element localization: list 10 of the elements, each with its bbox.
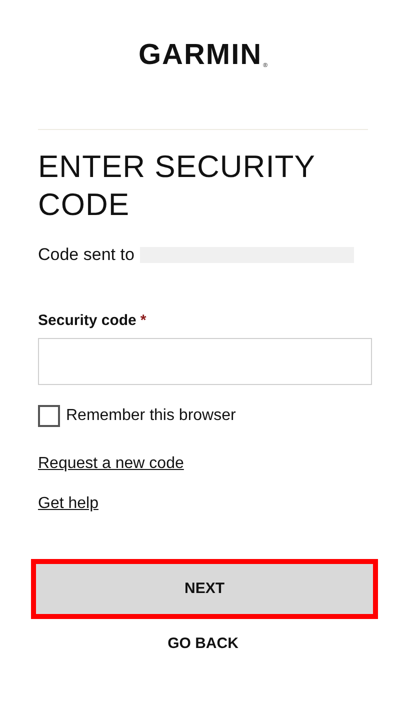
remember-checkbox[interactable]: Remember this browser (38, 404, 236, 428)
text-link[interactable]: Request a new code (38, 452, 184, 476)
required-mark: * (140, 310, 146, 330)
page-title: ENTER SECURITY CODE (38, 148, 316, 224)
go-back-button[interactable]: GO BACK (168, 633, 238, 656)
text-link[interactable]: Get help (38, 492, 98, 516)
field-label: Security code (38, 310, 136, 330)
next-button[interactable]: NEXT (31, 559, 378, 619)
security-code-field[interactable] (38, 338, 372, 385)
code-sent-text: Code sent to (38, 244, 134, 266)
